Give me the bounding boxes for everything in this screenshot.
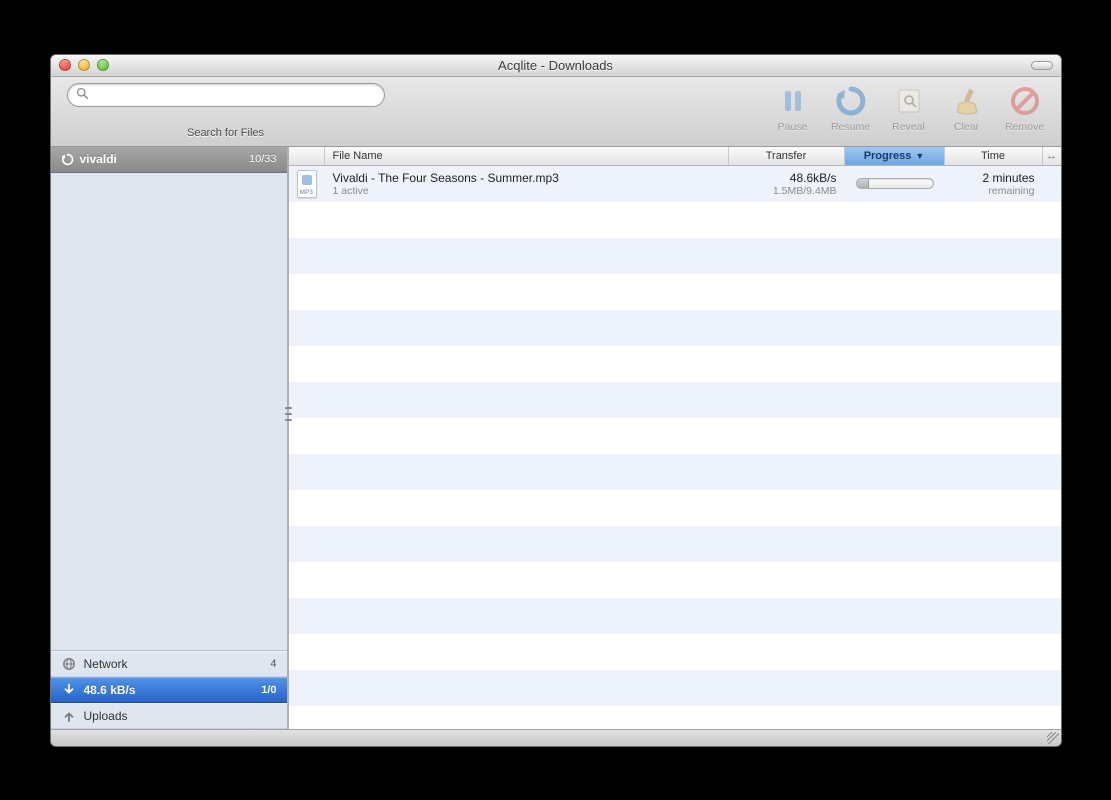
clear-button[interactable]: Clear [941, 83, 993, 133]
toolbar: Search for Files Pause Resume Reveal [51, 77, 1061, 147]
empty-row [289, 670, 1061, 706]
network-label: Network [84, 657, 128, 671]
sidebar-search-filter[interactable]: vivaldi 10/33 [51, 147, 287, 173]
download-icon [61, 683, 77, 697]
search-label: Search for Files [187, 127, 264, 139]
mp3-file-icon [297, 170, 317, 198]
cell-icon [289, 170, 325, 198]
empty-row [289, 634, 1061, 670]
download-count: 1/0 [261, 684, 276, 696]
network-count: 4 [270, 658, 276, 670]
pause-icon [775, 83, 811, 119]
th-columns-overflow[interactable]: ↔ [1043, 147, 1061, 165]
sort-descending-icon: ▼ [915, 151, 924, 161]
th-transfer[interactable]: Transfer [729, 147, 845, 165]
time-sub: remaining [988, 185, 1034, 197]
download-label: 48.6 kB/s [84, 683, 136, 697]
filter-term: vivaldi [80, 152, 117, 166]
remove-button[interactable]: Remove [999, 83, 1051, 133]
empty-row [289, 382, 1061, 418]
search-column: Search for Files [61, 83, 391, 139]
filter-count: 10/33 [249, 153, 277, 165]
sidebar-bottom: Network 4 48.6 kB/s 1/0 Uploads [51, 650, 287, 729]
cell-time: 2 minutes remaining [945, 171, 1043, 197]
reveal-icon [891, 83, 927, 119]
sidebar-row-downloads[interactable]: 48.6 kB/s 1/0 [51, 677, 287, 703]
sidebar-row-uploads[interactable]: Uploads [51, 703, 287, 729]
resize-handle[interactable] [1047, 732, 1059, 744]
remove-label: Remove [1005, 121, 1044, 133]
search-field-wrap[interactable] [67, 83, 385, 107]
empty-row [289, 526, 1061, 562]
empty-row [289, 238, 1061, 274]
table-row[interactable]: Vivaldi - The Four Seasons - Summer.mp3 … [289, 166, 1061, 202]
content: vivaldi 10/33 Network 4 48.6 kB/s [51, 147, 1061, 729]
upload-icon [61, 709, 77, 723]
app-window: Acqlite - Downloads Search for Files Pau… [50, 54, 1062, 747]
reveal-button[interactable]: Reveal [883, 83, 935, 133]
network-icon [61, 657, 77, 671]
clear-label: Clear [954, 121, 979, 133]
empty-row [289, 346, 1061, 382]
empty-row [289, 562, 1061, 598]
empty-row [289, 418, 1061, 454]
spinner-icon [61, 153, 74, 166]
time-value: 2 minutes [982, 171, 1034, 185]
minimize-button[interactable] [78, 59, 90, 71]
download-table: File Name Transfer Progress ▼ Time ↔ [289, 147, 1061, 729]
sidebar: vivaldi 10/33 Network 4 48.6 kB/s [51, 147, 288, 729]
remove-icon [1007, 83, 1043, 119]
th-time[interactable]: Time [945, 147, 1043, 165]
empty-row [289, 598, 1061, 634]
upload-label: Uploads [84, 709, 128, 723]
titlebar: Acqlite - Downloads [51, 55, 1061, 77]
cell-filename: Vivaldi - The Four Seasons - Summer.mp3 … [325, 171, 729, 197]
file-name: Vivaldi - The Four Seasons - Summer.mp3 [333, 171, 721, 185]
resume-label: Resume [831, 121, 870, 133]
th-icon[interactable] [289, 147, 325, 165]
splitter-handle-icon [285, 407, 292, 421]
transfer-rate: 48.6kB/s [790, 171, 837, 185]
empty-row [289, 454, 1061, 490]
empty-row [289, 490, 1061, 526]
empty-row [289, 202, 1061, 238]
progress-bar [856, 178, 934, 189]
search-input[interactable] [94, 88, 376, 102]
progress-fill [857, 179, 869, 188]
pause-label: Pause [778, 121, 808, 133]
file-status: 1 active [333, 185, 721, 197]
th-progress[interactable]: Progress ▼ [845, 147, 945, 165]
empty-row [289, 310, 1061, 346]
pause-button[interactable]: Pause [767, 83, 819, 133]
clear-icon [949, 83, 985, 119]
th-filename[interactable]: File Name [325, 147, 729, 165]
resume-icon [833, 83, 869, 119]
cell-transfer: 48.6kB/s 1.5MB/9.4MB [729, 171, 845, 197]
reveal-label: Reveal [892, 121, 925, 133]
transfer-size: 1.5MB/9.4MB [773, 185, 837, 197]
zoom-button[interactable] [97, 59, 109, 71]
footer [51, 729, 1061, 746]
sidebar-row-network[interactable]: Network 4 [51, 651, 287, 677]
columns-overflow-icon: ↔ [1046, 150, 1057, 162]
splitter[interactable] [288, 147, 289, 729]
empty-row [289, 274, 1061, 310]
table-body[interactable]: Vivaldi - The Four Seasons - Summer.mp3 … [289, 166, 1061, 729]
table-header: File Name Transfer Progress ▼ Time ↔ [289, 147, 1061, 166]
search-icon [76, 87, 89, 103]
cell-progress [845, 178, 945, 189]
resume-button[interactable]: Resume [825, 83, 877, 133]
window-title: Acqlite - Downloads [51, 58, 1061, 73]
toolbar-buttons: Pause Resume Reveal Clear [767, 83, 1051, 136]
sidebar-fill [51, 173, 287, 650]
th-progress-label: Progress [864, 150, 912, 162]
close-button[interactable] [59, 59, 71, 71]
traffic-lights [59, 59, 109, 71]
toolbar-toggle-pill[interactable] [1031, 61, 1053, 70]
